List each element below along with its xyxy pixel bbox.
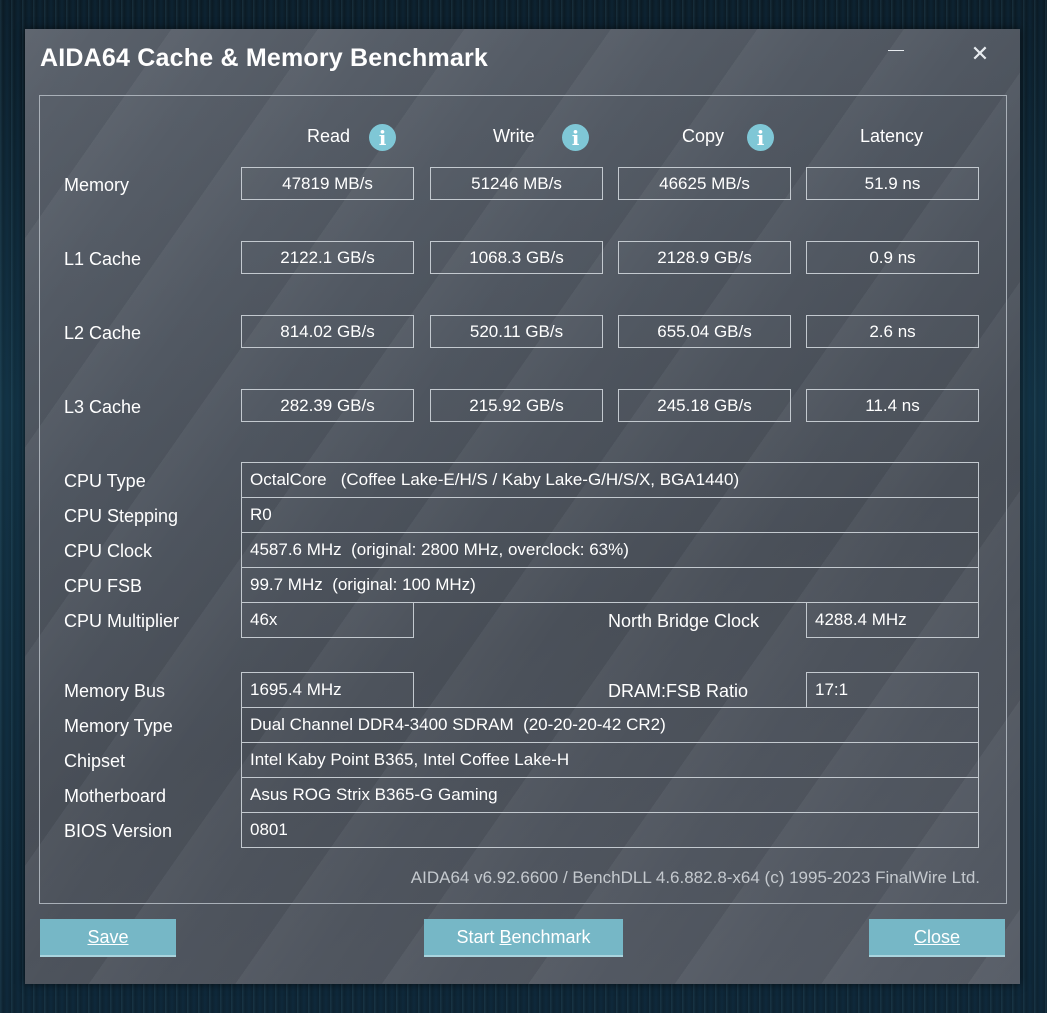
l3-row-label: L3 Cache <box>64 397 142 417</box>
l1-read-value: 2122.1 GB/s <box>241 241 414 274</box>
cpu-type-value: OctalCore (Coffee Lake-E/H/S / Kaby Lake… <box>241 462 979 498</box>
cpu-fsb-label: CPU FSB <box>64 576 143 596</box>
memory-latency-value: 51.9 ns <box>806 167 979 200</box>
bios-version-label: BIOS Version <box>64 821 173 841</box>
memory-copy-value: 46625 MB/s <box>618 167 791 200</box>
copy-info-icon[interactable]: i <box>747 124 774 151</box>
copy-header: Copy <box>682 126 725 146</box>
motherboard-value: Asus ROG Strix B365-G Gaming <box>241 777 979 813</box>
version-footer: AIDA64 v6.92.6600 / BenchDLL 4.6.882.8-x… <box>410 868 980 887</box>
l2-copy-value: 655.04 GB/s <box>618 315 791 348</box>
l1-write-value: 1068.3 GB/s <box>430 241 603 274</box>
window-close-button[interactable]: ✕ <box>962 39 998 69</box>
cpu-multiplier-value: 46x <box>241 602 414 638</box>
read-info-icon[interactable]: i <box>369 124 396 151</box>
start-benchmark-button[interactable]: Start Benchmark <box>424 919 623 957</box>
minimize-icon <box>888 49 904 51</box>
start-benchmark-label: Start Benchmark <box>456 926 591 947</box>
memory-row-label: Memory <box>64 175 130 195</box>
l3-latency-value: 11.4 ns <box>806 389 979 422</box>
l1-copy-value: 2128.9 GB/s <box>618 241 791 274</box>
l2-latency-value: 2.6 ns <box>806 315 979 348</box>
l3-copy-value: 245.18 GB/s <box>618 389 791 422</box>
l2-write-value: 520.11 GB/s <box>430 315 603 348</box>
dram-fsb-ratio-value: 17:1 <box>806 672 979 708</box>
close-icon: ✕ <box>970 41 990 66</box>
l1-latency-value: 0.9 ns <box>806 241 979 274</box>
north-bridge-clock-value: 4288.4 MHz <box>806 602 979 638</box>
cpu-stepping-label: CPU Stepping <box>64 506 179 526</box>
l2-read-value: 814.02 GB/s <box>241 315 414 348</box>
memory-type-label: Memory Type <box>64 716 173 736</box>
cpu-clock-label: CPU Clock <box>64 541 153 561</box>
results-panel: Read i Write i Copy i Latency Memory 478… <box>39 95 1007 904</box>
motherboard-label: Motherboard <box>64 786 167 806</box>
chipset-label: Chipset <box>64 751 126 771</box>
close-button-label: Close <box>913 926 961 947</box>
minimize-button[interactable] <box>878 39 914 69</box>
benchmark-window: AIDA64 Cache & Memory Benchmark ✕ Read i… <box>25 29 1020 984</box>
close-button[interactable]: Close <box>869 919 1005 957</box>
north-bridge-clock-label: North Bridge Clock <box>608 611 760 631</box>
write-info-icon[interactable]: i <box>562 124 589 151</box>
read-header: Read <box>307 126 351 146</box>
l1-row-label: L1 Cache <box>64 249 142 269</box>
window-title: AIDA64 Cache & Memory Benchmark <box>40 44 489 72</box>
bios-version-value: 0801 <box>241 812 979 848</box>
cpu-fsb-value: 99.7 MHz (original: 100 MHz) <box>241 567 979 603</box>
l3-read-value: 282.39 GB/s <box>241 389 414 422</box>
memory-read-value: 47819 MB/s <box>241 167 414 200</box>
dram-fsb-ratio-label: DRAM:FSB Ratio <box>608 681 749 701</box>
write-header: Write <box>493 126 535 146</box>
latency-header: Latency <box>860 126 924 146</box>
memory-bus-label: Memory Bus <box>64 681 166 701</box>
l2-row-label: L2 Cache <box>64 323 142 343</box>
cpu-stepping-value: R0 <box>241 497 979 533</box>
chipset-value: Intel Kaby Point B365, Intel Coffee Lake… <box>241 742 979 778</box>
memory-bus-value: 1695.4 MHz <box>241 672 414 708</box>
memory-type-value: Dual Channel DDR4-3400 SDRAM (20-20-20-4… <box>241 707 979 743</box>
save-button-label: Save <box>87 926 129 947</box>
memory-write-value: 51246 MB/s <box>430 167 603 200</box>
cpu-type-label: CPU Type <box>64 471 146 491</box>
cpu-clock-value: 4587.6 MHz (original: 2800 MHz, overcloc… <box>241 532 979 568</box>
save-button[interactable]: Save <box>40 919 176 957</box>
l3-write-value: 215.92 GB/s <box>430 389 603 422</box>
cpu-multiplier-label: CPU Multiplier <box>64 611 180 631</box>
